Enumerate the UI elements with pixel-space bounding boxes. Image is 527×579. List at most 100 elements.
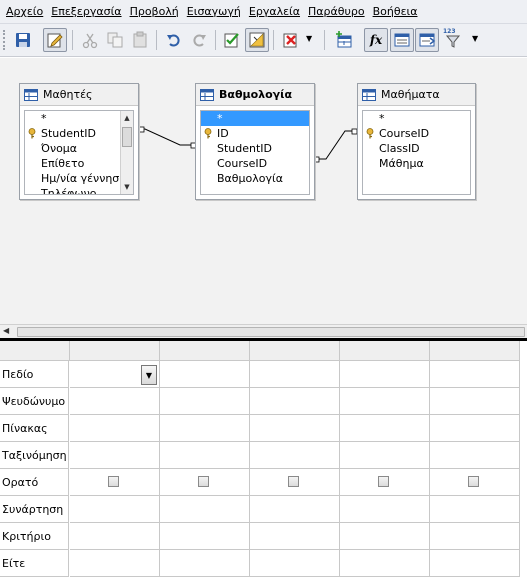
undo-button[interactable] — [162, 28, 186, 52]
field-list[interactable]: * CourseID ClassID Μάθημα — [362, 110, 471, 195]
field-item[interactable]: * — [25, 111, 133, 126]
redo-button[interactable] — [187, 28, 211, 52]
table-name-button[interactable] — [390, 28, 414, 52]
canvas-horizontal-scrollbar[interactable]: ◀ — [0, 324, 527, 338]
grid-cell[interactable] — [70, 496, 160, 523]
field-item-selected[interactable]: * — [201, 111, 309, 126]
table-title-bar[interactable]: Μαθήματα — [358, 84, 475, 106]
grid-cell[interactable] — [70, 523, 160, 550]
functions-button[interactable]: fx — [364, 28, 388, 52]
toolbar-overflow-icon[interactable]: ▼ — [306, 34, 312, 48]
field-item[interactable]: Επίθετο — [25, 156, 133, 171]
scroll-thumb[interactable] — [122, 127, 132, 147]
grid-cell[interactable] — [430, 415, 520, 442]
grid-cell[interactable] — [160, 361, 250, 388]
grid-cell[interactable] — [340, 388, 430, 415]
field-item[interactable]: ID — [201, 126, 309, 141]
table-window-students[interactable]: Μαθητές * StudentID Όνομα Επίθετο Ημ/νία… — [19, 83, 139, 200]
table-title-bar[interactable]: Βαθμολογία — [196, 84, 314, 106]
grid-cell[interactable] — [160, 415, 250, 442]
distinct-values-button[interactable]: 123 — [441, 28, 465, 52]
scroll-thumb[interactable] — [17, 327, 525, 337]
grid-cell[interactable] — [70, 415, 160, 442]
table-window-grades[interactable]: Βαθμολογία * ID StudentID CourseID Βαθμο… — [195, 83, 315, 200]
alias-button[interactable] — [415, 28, 439, 52]
grid-column-header[interactable] — [70, 341, 160, 361]
menu-help[interactable]: Βοήθεια — [369, 5, 422, 18]
copy-button[interactable] — [103, 28, 127, 52]
visible-checkbox[interactable] — [108, 476, 119, 487]
edit-mode-button[interactable] — [43, 28, 67, 52]
field-item[interactable]: StudentID — [25, 126, 133, 141]
grid-cell[interactable] — [340, 442, 430, 469]
grid-cell[interactable] — [160, 442, 250, 469]
grid-cell[interactable] — [340, 523, 430, 550]
visible-checkbox[interactable] — [468, 476, 479, 487]
field-item[interactable]: Όνομα — [25, 141, 133, 156]
grid-column-header[interactable] — [160, 341, 250, 361]
menu-tools[interactable]: Εργαλεία — [245, 5, 304, 18]
visible-checkbox[interactable] — [378, 476, 389, 487]
grid-cell[interactable] — [250, 388, 340, 415]
grid-cell[interactable] — [430, 523, 520, 550]
scroll-up-icon[interactable]: ▲ — [121, 112, 133, 124]
grid-cell[interactable] — [160, 550, 250, 577]
scroll-left-icon[interactable]: ◀ — [3, 326, 9, 335]
grid-cell[interactable] — [250, 442, 340, 469]
grid-cell[interactable] — [340, 361, 430, 388]
menu-window[interactable]: Παράθυρο — [304, 5, 369, 18]
grid-cell[interactable] — [160, 496, 250, 523]
paste-button[interactable] — [128, 28, 152, 52]
grid-cell[interactable] — [430, 469, 520, 496]
scroll-down-icon[interactable]: ▼ — [121, 181, 133, 193]
field-list[interactable]: * StudentID Όνομα Επίθετο Ημ/νία γέννηση… — [24, 110, 134, 195]
run-query-button[interactable] — [220, 28, 244, 52]
field-item[interactable]: * — [363, 111, 470, 126]
grid-cell[interactable] — [340, 469, 430, 496]
visible-checkbox[interactable] — [288, 476, 299, 487]
field-list[interactable]: * ID StudentID CourseID Βαθμολογία — [200, 110, 310, 195]
grid-cell[interactable] — [430, 388, 520, 415]
table-title-bar[interactable]: Μαθητές — [20, 84, 138, 106]
grid-cell[interactable] — [250, 550, 340, 577]
menu-edit[interactable]: Επεξεργασία — [47, 5, 125, 18]
field-item[interactable]: Τηλέφωνο — [25, 186, 133, 194]
grid-cell[interactable] — [430, 361, 520, 388]
menu-insert[interactable]: Εισαγωγή — [183, 5, 245, 18]
grid-cell[interactable] — [250, 469, 340, 496]
field-item[interactable]: Βαθμολογία — [201, 171, 309, 186]
grid-cell[interactable] — [70, 469, 160, 496]
add-tables-button[interactable] — [332, 28, 356, 52]
design-view-button[interactable] — [245, 28, 269, 52]
grid-cell[interactable] — [340, 415, 430, 442]
grid-cell[interactable] — [340, 496, 430, 523]
field-item[interactable]: ClassID — [363, 141, 470, 156]
grid-column-header[interactable] — [340, 341, 430, 361]
grid-cell[interactable]: ▼ — [70, 361, 160, 388]
grid-cell[interactable] — [70, 442, 160, 469]
grid-column-header[interactable] — [430, 341, 520, 361]
field-item[interactable]: CourseID — [201, 156, 309, 171]
menu-view[interactable]: Προβολή — [126, 5, 183, 18]
toolbar-grip[interactable] — [3, 30, 7, 50]
grid-cell[interactable] — [70, 550, 160, 577]
visible-checkbox[interactable] — [198, 476, 209, 487]
save-button[interactable] — [11, 28, 35, 52]
grid-cell[interactable] — [250, 523, 340, 550]
cut-button[interactable] — [78, 28, 102, 52]
grid-cell[interactable] — [160, 469, 250, 496]
table-window-courses[interactable]: Μαθήματα * CourseID ClassID Μάθημα — [357, 83, 476, 200]
grid-cell[interactable] — [160, 388, 250, 415]
grid-cell[interactable] — [250, 361, 340, 388]
grid-cell[interactable] — [250, 496, 340, 523]
field-list-scrollbar[interactable]: ▲ ▼ — [120, 111, 133, 194]
grid-cell[interactable] — [430, 496, 520, 523]
grid-cell[interactable] — [430, 550, 520, 577]
clear-query-button[interactable] — [279, 28, 303, 52]
grid-cell[interactable] — [160, 523, 250, 550]
menu-file[interactable]: Αρχείο — [2, 5, 47, 18]
field-item[interactable]: CourseID — [363, 126, 470, 141]
grid-column-header[interactable] — [250, 341, 340, 361]
chevron-down-icon[interactable]: ▼ — [141, 365, 157, 385]
field-item[interactable]: StudentID — [201, 141, 309, 156]
